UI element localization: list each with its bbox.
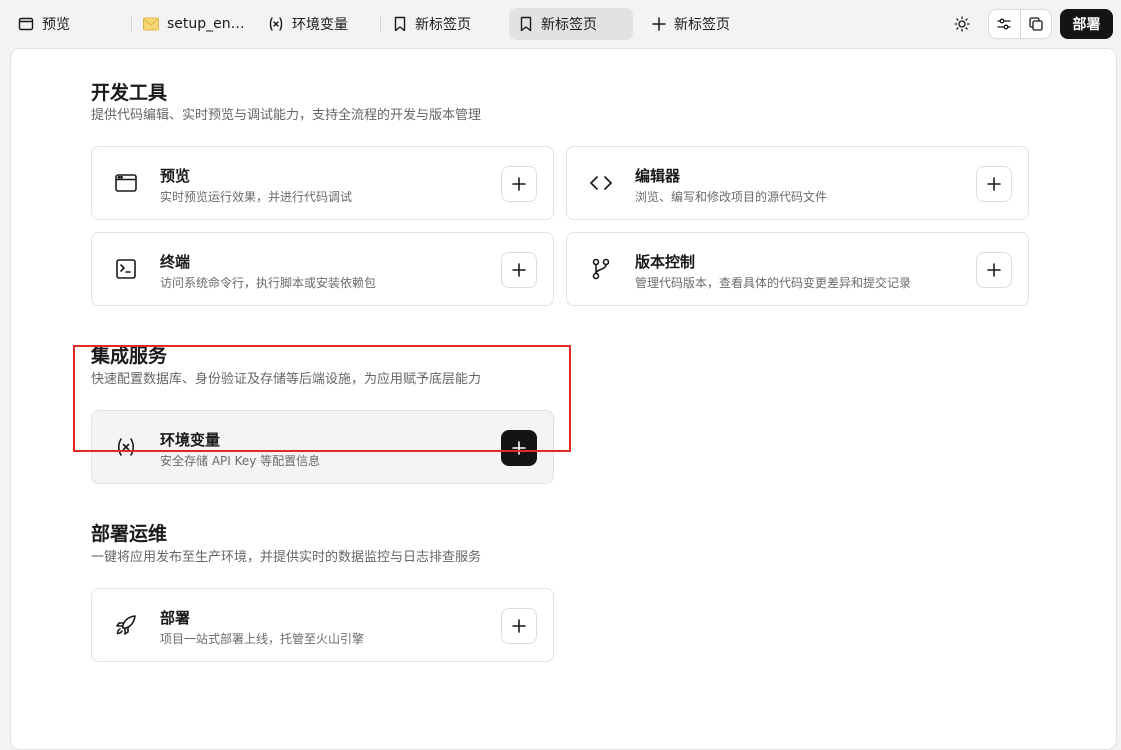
browser-window-icon (114, 171, 138, 195)
card-title: 预览 (160, 167, 191, 185)
plus-icon (652, 17, 666, 31)
tab-bar: 预览 setup_env... 环境变量 新标签页 新标签页 新标签页 部署 (0, 0, 1121, 48)
card-version-control[interactable]: 版本控制 管理代码版本，查看具体的代码变更差异和提交记录 (566, 232, 1029, 306)
card-desc: 浏览、编写和修改项目的源代码文件 (635, 190, 828, 204)
tab-label: 新标签页 (541, 17, 597, 33)
tab-label: 新标签页 (415, 17, 471, 33)
git-branch-icon (589, 257, 613, 281)
add-editor-button[interactable] (976, 166, 1012, 202)
copy-icon (1029, 17, 1043, 31)
code-brackets-icon (589, 171, 613, 195)
card-title: 部署 (160, 609, 191, 627)
highlight-box (73, 345, 571, 452)
add-version-control-button[interactable] (976, 252, 1012, 288)
section-title-dev-tools: 开发工具 (91, 82, 168, 104)
new-tab-label: 新标签页 (674, 17, 730, 33)
card-editor[interactable]: 编辑器 浏览、编写和修改项目的源代码文件 (566, 146, 1029, 220)
card-title: 版本控制 (635, 253, 696, 271)
section-title-deploy-ops: 部署运维 (91, 523, 168, 545)
settings-button[interactable] (989, 10, 1020, 38)
tab-setup-env[interactable]: setup_env... (133, 8, 255, 40)
card-desc: 安全存储 API Key 等配置信息 (160, 454, 321, 468)
card-title: 编辑器 (635, 167, 681, 185)
section-desc-dev-tools: 提供代码编辑、实时预览与调试能力，支持全流程的开发与版本管理 (91, 108, 482, 123)
rocket-icon (114, 613, 138, 637)
terminal-icon (114, 257, 138, 281)
plus-icon (987, 263, 1001, 277)
variable-icon (269, 17, 283, 31)
card-preview[interactable]: 预览 实时预览运行效果，并进行代码调试 (91, 146, 554, 220)
sun-icon (954, 16, 970, 32)
plus-icon (512, 619, 526, 633)
tab-label: setup_env... (167, 16, 245, 32)
tab-env-vars[interactable]: 环境变量 (258, 8, 376, 40)
tab-new-2-active[interactable]: 新标签页 (509, 8, 633, 40)
add-preview-button[interactable] (501, 166, 537, 202)
theme-toggle-button[interactable] (947, 9, 977, 39)
tab-separator (131, 16, 132, 32)
add-terminal-button[interactable] (501, 252, 537, 288)
tab-label: 预览 (42, 17, 70, 33)
card-desc: 管理代码版本，查看具体的代码变更差异和提交记录 (635, 276, 912, 290)
tab-label: 环境变量 (292, 17, 348, 33)
section-desc-deploy-ops: 一键将应用发布至生产环境，并提供实时的数据监控与日志排查服务 (91, 550, 482, 565)
card-terminal[interactable]: 终端 访问系统命令行，执行脚本或安装依赖包 (91, 232, 554, 306)
add-deploy-button[interactable] (501, 608, 537, 644)
tab-preview[interactable]: 预览 (8, 8, 126, 40)
tab-separator (380, 16, 381, 32)
deploy-button[interactable]: 部署 (1060, 9, 1113, 39)
card-desc: 项目一站式部署上线，托管至火山引擎 (160, 632, 365, 646)
card-desc: 实时预览运行效果，并进行代码调试 (160, 190, 353, 204)
envelope-icon (143, 17, 159, 31)
card-title: 终端 (160, 253, 191, 271)
browser-window-icon (18, 17, 34, 31)
bookmark-icon (394, 16, 406, 32)
view-button-group (988, 9, 1052, 39)
new-tab-button[interactable]: 新标签页 (642, 8, 752, 40)
plus-icon (512, 177, 526, 191)
sliders-icon (997, 18, 1011, 30)
plus-icon (512, 263, 526, 277)
copy-button[interactable] (1019, 10, 1052, 38)
plus-icon (987, 177, 1001, 191)
bookmark-icon (520, 16, 532, 32)
tab-new-1[interactable]: 新标签页 (383, 8, 501, 40)
card-deploy[interactable]: 部署 项目一站式部署上线，托管至火山引擎 (91, 588, 554, 662)
card-desc: 访问系统命令行，执行脚本或安装依赖包 (160, 276, 377, 290)
